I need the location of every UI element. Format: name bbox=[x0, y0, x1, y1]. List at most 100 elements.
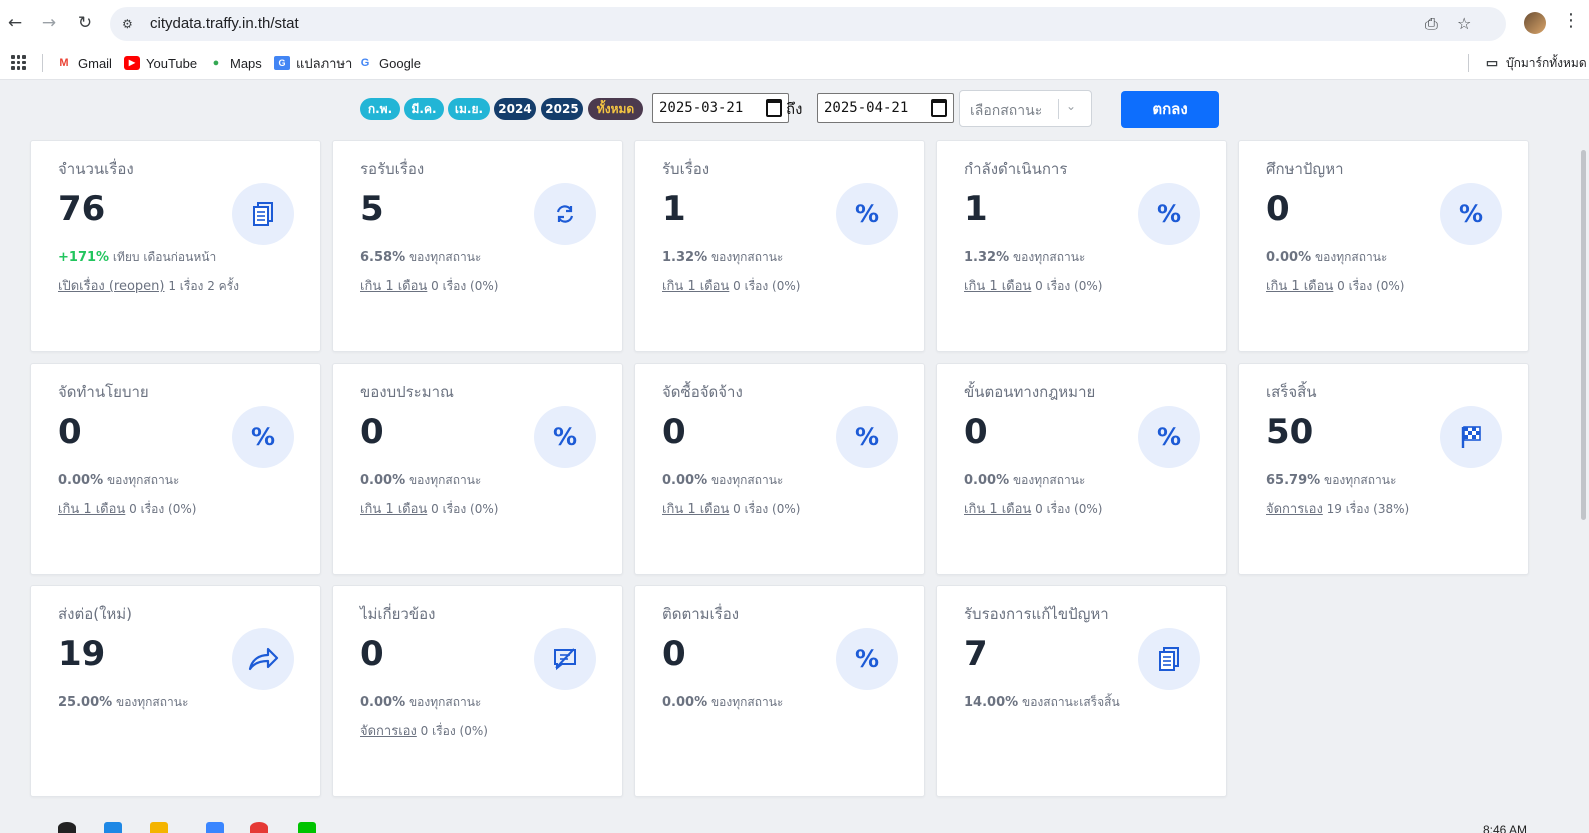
refresh-icon bbox=[534, 183, 596, 245]
calendar-icon[interactable] bbox=[766, 99, 782, 117]
chevron-down-icon[interactable]: ⌄ bbox=[1066, 99, 1076, 113]
stat-card: จัดทำนโยบาย 0% 0.00% ของทุกสถานะ เกิน 1 เดื… bbox=[30, 363, 321, 575]
forward-icon[interactable]: → bbox=[38, 12, 60, 34]
reload-icon[interactable]: ↻ bbox=[74, 12, 96, 34]
card-detail-row: เกิน 1 เดือน 0 เรื่อง (0%) bbox=[964, 275, 1102, 296]
bookmark-star-icon[interactable]: ☆ bbox=[1457, 15, 1471, 33]
card-title: รอรับเรื่อง bbox=[360, 160, 425, 178]
card-title: ขั้นตอนทางกฎหมาย bbox=[964, 383, 1096, 401]
youtube-icon: ▶ bbox=[124, 56, 140, 70]
card-title: จัดทำนโยบาย bbox=[58, 383, 149, 401]
stat-card: รับเรื่อง 1% 1.32% ของทุกสถานะ เกิน 1 เดือน… bbox=[634, 140, 925, 352]
stat-card: ศึกษาปัญหา 0% 0.00% ของทุกสถานะ เกิน 1 เดือ… bbox=[1238, 140, 1529, 352]
documents-icon bbox=[1138, 628, 1200, 690]
card-detail-link[interactable]: เปิดเรื่อง (reopen) bbox=[58, 279, 165, 294]
filter-pill-mar[interactable]: มี.ค. bbox=[404, 98, 444, 120]
card-percentage: +171% bbox=[58, 250, 110, 265]
checkered-flag-icon bbox=[1440, 406, 1502, 468]
page-scrollbar[interactable] bbox=[1581, 150, 1586, 520]
card-percentage-row: 0.00% ของทุกสถานะ bbox=[360, 693, 481, 712]
card-percentage-row: 0.00% ของทุกสถานะ bbox=[58, 471, 179, 490]
profile-avatar[interactable] bbox=[1524, 12, 1546, 34]
folder-icon: ▭ bbox=[1485, 55, 1499, 70]
taskbar-clock: 8:46 AM bbox=[1483, 823, 1528, 833]
date-to-input[interactable]: 2025-04-21 bbox=[817, 93, 954, 123]
bookmark-maps[interactable]: ● Maps bbox=[208, 53, 262, 73]
card-title: จัดซื้อจัดจ้าง bbox=[662, 383, 743, 401]
card-detail-link[interactable]: เกิน 1 เดือน bbox=[58, 502, 125, 517]
card-detail-link[interactable]: เกิน 1 เดือน bbox=[662, 502, 729, 517]
filter-pill-all[interactable]: ทั้งหมด bbox=[588, 98, 643, 120]
card-detail-row: เปิดเรื่อง (reopen) 1 เรื่อง 2 ครั้ง bbox=[58, 275, 239, 296]
card-value: 19 bbox=[58, 634, 106, 674]
percent-icon: % bbox=[534, 406, 596, 468]
card-detail-text: 0 เรื่อง (0%) bbox=[431, 279, 499, 293]
card-percentage-row: 14.00% ของสถานะเสร็จสิ้น bbox=[964, 693, 1120, 712]
card-value: 7 bbox=[964, 634, 988, 674]
card-detail-link[interactable]: เกิน 1 เดือน bbox=[964, 279, 1031, 294]
taskbar-chrome-icon[interactable] bbox=[250, 822, 268, 833]
card-detail-link[interactable]: เกิน 1 เดือน bbox=[1266, 279, 1333, 294]
card-percentage-row: 6.58% ของทุกสถานะ bbox=[360, 248, 481, 267]
filter-pill-apr[interactable]: เม.ย. bbox=[448, 98, 490, 120]
card-percentage-row: +171% เทียบ เดือนก่อนหน้า bbox=[58, 248, 216, 267]
card-detail-row: จัดการเอง 0 เรื่อง (0%) bbox=[360, 720, 488, 741]
card-detail-link[interactable]: เกิน 1 เดือน bbox=[360, 502, 427, 517]
card-percentage-row: 0.00% ของทุกสถานะ bbox=[1266, 248, 1387, 267]
site-settings-icon[interactable]: ⚙ bbox=[122, 16, 138, 32]
card-detail-link[interactable]: เกิน 1 เดือน bbox=[964, 502, 1031, 517]
card-title: ไม่เกี่ยวข้อง bbox=[360, 605, 436, 623]
taskbar-app-icon[interactable] bbox=[206, 822, 224, 833]
divider bbox=[42, 54, 43, 72]
card-detail-text: 0 เรื่อง (0%) bbox=[1035, 279, 1103, 293]
card-percentage-caption: ของทุกสถานะ bbox=[408, 695, 482, 709]
card-detail-link[interactable]: จัดการเอง bbox=[1266, 502, 1323, 517]
url-text[interactable]: citydata.traffy.in.th/stat bbox=[150, 15, 299, 32]
apps-grid-icon[interactable] bbox=[11, 55, 26, 70]
card-percentage: 14.00% bbox=[964, 695, 1019, 710]
card-value: 0 bbox=[58, 412, 82, 452]
bookmark-youtube[interactable]: ▶ YouTube bbox=[124, 53, 197, 73]
bookmark-google[interactable]: G Google bbox=[357, 53, 421, 73]
card-detail-link[interactable]: เกิน 1 เดือน bbox=[662, 279, 729, 294]
calendar-icon[interactable] bbox=[931, 99, 947, 117]
taskbar-folder-icon[interactable] bbox=[150, 822, 168, 833]
filter-pill-2025[interactable]: 2025 bbox=[541, 98, 583, 120]
card-percentage: 1.32% bbox=[964, 250, 1010, 265]
bookmark-translate[interactable]: G แปลภาษา bbox=[274, 53, 352, 73]
status-select-placeholder: เลือกสถานะ bbox=[970, 103, 1043, 119]
status-select[interactable]: เลือกสถานะ ⌄ bbox=[959, 90, 1092, 127]
back-icon[interactable]: ← bbox=[4, 12, 26, 34]
filter-pill-feb[interactable]: ก.พ. bbox=[360, 98, 400, 120]
card-percentage-caption: ของทุกสถานะ bbox=[710, 250, 784, 264]
card-detail-text: 0 เรื่อง (0%) bbox=[1035, 502, 1103, 516]
stat-card: ไม่เกี่ยวข้อง 0 0.00% ของทุกสถานะ จัดการเอง… bbox=[332, 585, 623, 797]
date-from-input[interactable]: 2025-03-21 bbox=[652, 93, 789, 123]
bookmark-gmail[interactable]: M Gmail bbox=[56, 53, 112, 73]
taskbar-line-icon[interactable] bbox=[298, 822, 316, 833]
install-app-icon[interactable]: ⎙ bbox=[1425, 15, 1438, 33]
date-to-value: 2025-04-21 bbox=[824, 100, 909, 116]
card-percentage: 0.00% bbox=[360, 695, 406, 710]
address-bar[interactable]: ⚙ citydata.traffy.in.th/stat ⎙ ☆ bbox=[110, 7, 1506, 41]
card-percentage-caption: ของทุกสถานะ bbox=[1012, 473, 1086, 487]
submit-button[interactable]: ตกลง bbox=[1121, 91, 1219, 128]
card-detail-link[interactable]: เกิน 1 เดือน bbox=[360, 279, 427, 294]
card-detail-row: จัดการเอง 19 เรื่อง (38%) bbox=[1266, 498, 1409, 519]
browser-menu-icon[interactable]: ⋮ bbox=[1562, 10, 1580, 31]
taskbar-app-icon[interactable] bbox=[104, 822, 122, 833]
card-percentage-row: 0.00% ของทุกสถานะ bbox=[360, 471, 481, 490]
stat-card: จำนวนเรื่อง 76 +171% เทียบ เดือนก่อนหน้า เป… bbox=[30, 140, 321, 352]
stat-card: รอรับเรื่อง 5 6.58% ของทุกสถานะ เกิน 1 เดือ… bbox=[332, 140, 623, 352]
card-percentage: 65.79% bbox=[1266, 473, 1321, 488]
stat-card: จัดซื้อจัดจ้าง 0% 0.00% ของทุกสถานะ เกิน 1 … bbox=[634, 363, 925, 575]
card-percentage-row: 1.32% ของทุกสถานะ bbox=[964, 248, 1085, 267]
stat-card: เสร็จสิ้น 50 65.79% ของทุกสถานะ จัดการเอง 1… bbox=[1238, 363, 1529, 575]
taskbar-search-icon[interactable] bbox=[58, 822, 76, 833]
bookmarks-bar: M Gmail ▶ YouTube ● Maps G แปลภาษา G Goo… bbox=[0, 46, 1589, 80]
all-bookmarks[interactable]: ▭ บุ๊กมาร์กทั้งหมด bbox=[1484, 53, 1587, 73]
card-percentage: 6.58% bbox=[360, 250, 406, 265]
filter-pill-2024[interactable]: 2024 bbox=[494, 98, 536, 120]
card-detail-text: 19 เรื่อง (38%) bbox=[1326, 502, 1410, 516]
card-detail-link[interactable]: จัดการเอง bbox=[360, 724, 417, 739]
